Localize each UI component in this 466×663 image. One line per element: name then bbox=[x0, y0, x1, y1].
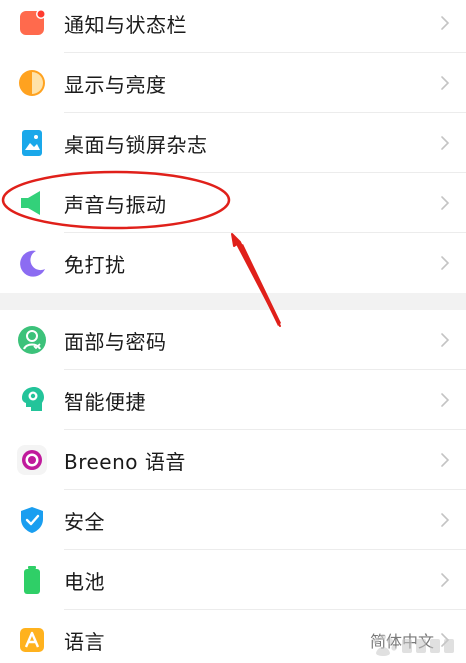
settings-item-do-not-disturb[interactable]: 免打扰 bbox=[0, 233, 466, 293]
shield-icon bbox=[16, 504, 48, 536]
settings-item-label: 桌面与锁屏杂志 bbox=[64, 132, 208, 157]
settings-item-sound-vibration[interactable]: 声音与振动 bbox=[0, 173, 466, 233]
wallpaper-icon bbox=[16, 127, 48, 159]
settings-item-label: 语言 bbox=[64, 629, 105, 654]
chevron-right-icon bbox=[441, 393, 450, 407]
chevron-right-icon bbox=[441, 573, 450, 587]
settings-item-label: 面部与密码 bbox=[64, 329, 167, 354]
moon-icon bbox=[16, 247, 48, 279]
section-gap bbox=[0, 293, 466, 310]
breeno-icon bbox=[16, 444, 48, 476]
chevron-right-icon bbox=[441, 333, 450, 347]
battery-icon bbox=[16, 564, 48, 596]
settings-item-face-password[interactable]: 面部与密码 bbox=[0, 310, 466, 370]
settings-item-label: 免打扰 bbox=[64, 252, 126, 277]
speaker-icon bbox=[16, 187, 48, 219]
settings-group-display: 通知与状态栏 显示与亮度 桌面与锁屏杂志 声音与振动 免打扰 bbox=[0, 0, 466, 293]
settings-item-wallpaper[interactable]: 桌面与锁屏杂志 bbox=[0, 113, 466, 173]
face-password-icon bbox=[16, 324, 48, 356]
settings-item-display-brightness[interactable]: 显示与亮度 bbox=[0, 53, 466, 113]
chevron-right-icon bbox=[441, 16, 450, 30]
chevron-right-icon bbox=[441, 136, 450, 150]
settings-item-label: 安全 bbox=[64, 509, 105, 534]
settings-group-security: 面部与密码 智能便捷 Breeno 语音 安全 电池 语言 简体中文 bbox=[0, 310, 466, 663]
settings-item-label: 显示与亮度 bbox=[64, 72, 167, 97]
settings-item-label: 智能便捷 bbox=[64, 389, 146, 414]
chevron-right-icon bbox=[441, 453, 450, 467]
notification-icon bbox=[16, 7, 48, 39]
smart-head-icon bbox=[16, 384, 48, 416]
baidu-watermark-logo bbox=[373, 634, 454, 656]
language-icon bbox=[16, 624, 48, 656]
settings-item-label: 声音与振动 bbox=[64, 192, 167, 217]
settings-screen: 通知与状态栏 显示与亮度 桌面与锁屏杂志 声音与振动 免打扰 面部与密码 智能便… bbox=[0, 0, 466, 663]
display-brightness-icon bbox=[16, 67, 48, 99]
settings-item-notification[interactable]: 通知与状态栏 bbox=[0, 0, 466, 53]
settings-item-label: 电池 bbox=[64, 569, 105, 594]
settings-item-label: 通知与状态栏 bbox=[64, 12, 187, 37]
chevron-right-icon bbox=[441, 256, 450, 270]
settings-item-battery[interactable]: 电池 bbox=[0, 550, 466, 610]
chevron-right-icon bbox=[441, 76, 450, 90]
settings-item-label: Breeno 语音 bbox=[64, 449, 186, 474]
settings-item-security[interactable]: 安全 bbox=[0, 490, 466, 550]
settings-item-breeno[interactable]: Breeno 语音 bbox=[0, 430, 466, 490]
chevron-right-icon bbox=[441, 513, 450, 527]
chevron-right-icon bbox=[441, 196, 450, 210]
settings-item-smart-convenience[interactable]: 智能便捷 bbox=[0, 370, 466, 430]
